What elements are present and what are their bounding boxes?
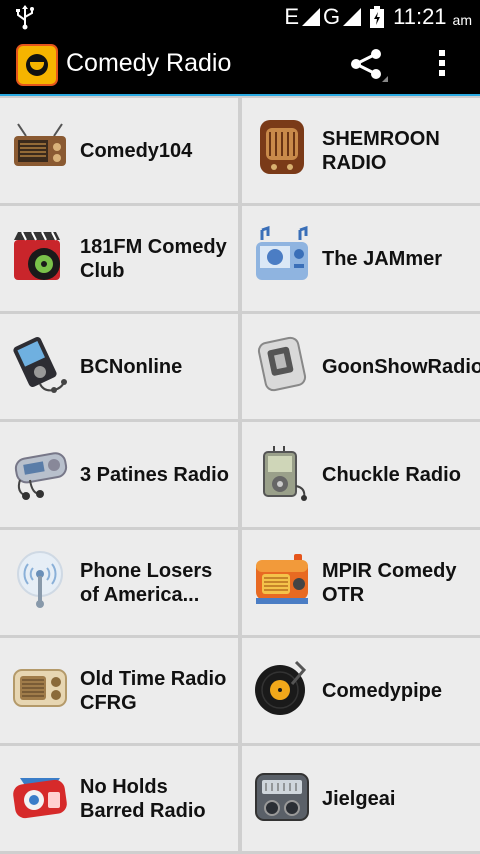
red-radio-icon — [13, 778, 67, 819]
usb-icon — [16, 5, 34, 30]
signal-icon — [302, 8, 320, 26]
station-tile[interactable]: No Holds Barred Radio — [0, 746, 238, 851]
station-tile[interactable]: Phone Losers of America... — [0, 530, 238, 635]
media-player-icon — [14, 231, 60, 280]
station-label: Comedy104 — [80, 139, 193, 162]
station-label: SHEMROON RADIO — [322, 127, 440, 174]
gray-radio-icon — [255, 773, 309, 821]
station-label: GoonShowRadio — [322, 355, 480, 378]
portable-player-icon — [257, 336, 307, 392]
station-tile[interactable]: GoonShowRadio — [242, 314, 480, 419]
station-tile[interactable]: Comedypipe — [242, 638, 480, 743]
station-tile[interactable]: BCNonline — [0, 314, 238, 419]
ipod-icon — [263, 446, 307, 501]
station-tile[interactable]: Comedy104 — [0, 98, 238, 203]
app-title: Comedy Radio — [66, 49, 232, 77]
cream-radio-icon — [13, 669, 67, 707]
vintage-radio-icon — [14, 123, 66, 166]
retro-radio-icon — [256, 554, 308, 604]
station-tile[interactable]: Old Time Radio CFRG — [0, 638, 238, 743]
station-grid: Comedy104 SHEMROON RADIO 181FM Comedy Cl… — [0, 96, 480, 854]
station-label: Old Time Radio CFRG — [80, 667, 227, 714]
station-label: Chuckle Radio — [322, 463, 461, 486]
status-bar: E G 11:21 am — [0, 0, 480, 34]
signal-icon-2 — [343, 8, 362, 26]
station-tile[interactable]: The JAMmer — [242, 206, 480, 311]
station-tile[interactable]: Jielgeai — [242, 746, 480, 851]
music-player-icon — [256, 226, 308, 280]
clock: 11:21 — [393, 4, 447, 29]
station-tile[interactable]: Chuckle Radio — [242, 422, 480, 527]
battery-icon — [370, 6, 385, 28]
station-tile[interactable]: 3 Patines Radio — [0, 422, 238, 527]
vinyl-record-icon — [255, 660, 307, 715]
station-label: BCNonline — [80, 355, 183, 378]
station-tile[interactable]: SHEMROON RADIO — [242, 98, 480, 203]
mp3-player-icon — [13, 337, 67, 393]
station-label: Jielgeai — [322, 787, 396, 810]
station-label: Comedypipe — [322, 679, 443, 702]
wooden-radio-icon — [260, 120, 304, 174]
station-label: MPIR Comedy OTR — [322, 559, 457, 606]
station-label: The JAMmer — [322, 247, 443, 270]
overflow-menu-icon[interactable] — [432, 48, 452, 82]
clock-ampm: am — [452, 12, 472, 28]
station-tile[interactable]: 181FM Comedy Club — [0, 206, 238, 311]
station-tile[interactable]: MPIR Comedy OTR — [242, 530, 480, 635]
action-bar: Comedy Radio — [0, 34, 480, 96]
station-label: Phone Losers of America... — [80, 559, 213, 606]
app-logo-icon[interactable] — [16, 44, 58, 86]
station-label: 3 Patines Radio — [80, 463, 229, 486]
network-type: E — [284, 4, 299, 29]
share-icon[interactable] — [348, 48, 388, 82]
station-label: No Holds Barred Radio — [80, 775, 206, 822]
network-type-2: G — [323, 4, 341, 29]
station-label: 181FM Comedy Club — [80, 235, 227, 282]
walkman-icon — [14, 452, 68, 500]
antenna-icon — [17, 551, 63, 608]
